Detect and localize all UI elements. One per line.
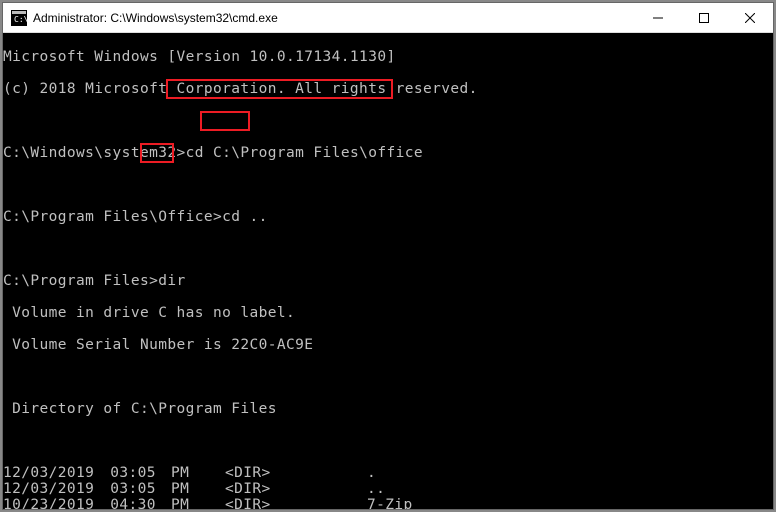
entry-name: .. (307, 481, 385, 497)
blank-line (3, 113, 773, 129)
entry-ampm: PM (171, 465, 199, 481)
blank-line (3, 433, 773, 449)
close-button[interactable] (727, 3, 773, 32)
prompt-line: C:\Windows\system32>cd C:\Program Files\… (3, 145, 773, 161)
entry-type: <DIR> (199, 465, 307, 481)
entry-time: 03:05 (97, 465, 171, 481)
entry-ampm: PM (171, 481, 199, 497)
entry-type: <DIR> (199, 497, 307, 509)
prompt: C:\Program Files> (3, 273, 158, 289)
entry-time: 04:30 (97, 497, 171, 509)
dir-entry: 12/03/201903:05 PM<DIR>. (3, 465, 773, 481)
text-line: Directory of C:\Program Files (3, 401, 773, 417)
command: dir (158, 273, 185, 289)
text-line: Volume Serial Number is 22C0-AC9E (3, 337, 773, 353)
terminal-output[interactable]: Microsoft Windows [Version 10.0.17134.11… (3, 33, 773, 509)
dir-listing: 12/03/201903:05 PM<DIR>.12/03/201903:05 … (3, 465, 773, 509)
maximize-button[interactable] (681, 3, 727, 32)
cmd-icon: C:\ (11, 10, 27, 26)
text-line: Microsoft Windows [Version 10.0.17134.11… (3, 49, 773, 65)
entry-date: 12/03/2019 (3, 465, 97, 481)
prompt: C:\Windows\system32> (3, 145, 186, 161)
entry-name: 7-Zip (307, 497, 413, 509)
blank-line (3, 369, 773, 385)
minimize-button[interactable] (635, 3, 681, 32)
command: cd C:\Program Files\office (186, 145, 423, 161)
entry-date: 10/23/2019 (3, 497, 97, 509)
dir-entry: 10/23/201904:30 PM<DIR>7-Zip (3, 497, 773, 509)
text-line: Volume in drive C has no label. (3, 305, 773, 321)
prompt-line: C:\Program Files>dir (3, 273, 773, 289)
prompt-line: C:\Program Files\Office>cd .. (3, 209, 773, 225)
entry-time: 03:05 (97, 481, 171, 497)
blank-line (3, 177, 773, 193)
prompt: C:\Program Files\Office> (3, 209, 222, 225)
window-title: Administrator: C:\Windows\system32\cmd.e… (33, 11, 635, 25)
entry-type: <DIR> (199, 481, 307, 497)
blank-line (3, 241, 773, 257)
entry-name: . (307, 465, 376, 481)
entry-date: 12/03/2019 (3, 481, 97, 497)
cmd-window: C:\ Administrator: C:\Windows\system32\c… (2, 2, 774, 510)
svg-text:C:\: C:\ (14, 15, 27, 24)
dir-entry: 12/03/201903:05 PM<DIR>.. (3, 481, 773, 497)
window-controls (635, 3, 773, 32)
text-line: (c) 2018 Microsoft Corporation. All righ… (3, 81, 773, 97)
titlebar[interactable]: C:\ Administrator: C:\Windows\system32\c… (3, 3, 773, 33)
command: cd .. (222, 209, 268, 225)
entry-ampm: PM (171, 497, 199, 509)
